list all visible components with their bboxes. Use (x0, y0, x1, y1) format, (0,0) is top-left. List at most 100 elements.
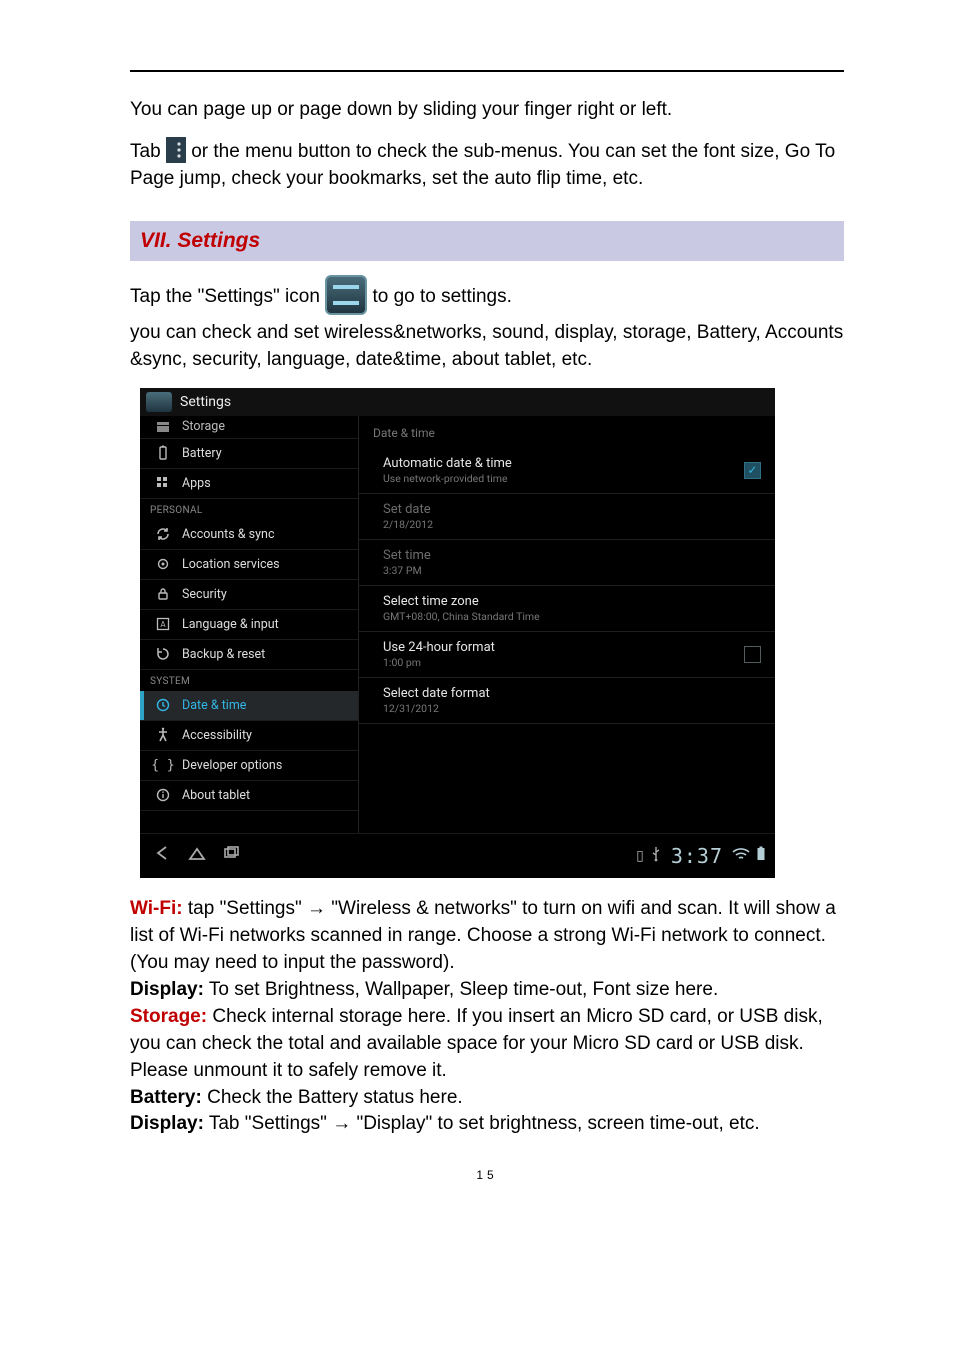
sidebar-item-about[interactable]: About tablet (140, 781, 358, 811)
sidebar-item-apps[interactable]: Apps (140, 469, 358, 499)
sidebar-item-label: Apps (182, 476, 211, 491)
sidebar-item-security[interactable]: Security (140, 580, 358, 610)
settings-panel: Date & time Automatic date & time Use ne… (358, 416, 775, 834)
display2-key: Display: (130, 1113, 204, 1134)
braces-icon: { } (154, 756, 172, 774)
status-clock: 3:37 (671, 844, 723, 868)
text: Tab (130, 141, 166, 162)
sidebar-item-accessibility[interactable]: Accessibility (140, 721, 358, 751)
storage-key: Storage: (130, 1006, 207, 1027)
battery-icon (154, 444, 172, 462)
usb-icon[interactable] (650, 846, 662, 866)
section-title: VII. Settings (140, 229, 260, 252)
wifi-icon (732, 847, 750, 865)
para-settings-icon: Tap the "Settings" icon to go to setting… (130, 277, 844, 317)
sidebar-item-developer[interactable]: { } Developer options (140, 751, 358, 781)
sidebar-item-accounts[interactable]: Accounts & sync (140, 520, 358, 550)
sidebar-item-location[interactable]: Location services (140, 550, 358, 580)
checkbox-24hour[interactable] (744, 646, 761, 663)
apps-icon (154, 474, 172, 492)
sidebar-item-label: Date & time (182, 698, 246, 713)
storage-text: Check internal storage here. If you inse… (130, 1006, 823, 1081)
language-icon: A (154, 615, 172, 633)
row-title: Set date (383, 502, 761, 517)
sync-icon (154, 525, 172, 543)
sidebar-item-battery[interactable]: Battery (140, 439, 358, 469)
sidebar-item-label: Storage (182, 419, 225, 434)
row-title: Select date format (383, 686, 761, 701)
text: or the menu button to check the sub-menu… (130, 141, 835, 190)
sidebar-item-label: Accounts & sync (182, 527, 275, 542)
para-paging: You can page up or page down by sliding … (130, 96, 844, 124)
storage-icon (154, 418, 172, 436)
sidebar-item-storage[interactable]: Storage (140, 416, 358, 439)
location-icon (154, 555, 172, 573)
info-icon (154, 786, 172, 804)
row-dateformat[interactable]: Select date format 12/31/2012 (359, 678, 775, 724)
row-sub: 12/31/2012 (383, 702, 761, 715)
screenshot-settings: Settings Storage Battery Apps PERSONAL (140, 388, 775, 878)
text: to go to settings. (372, 286, 511, 307)
battery-text: Check the Battery status here. (202, 1087, 463, 1108)
row-sub: Use network-provided time (383, 472, 736, 485)
sidebar-section-system: SYSTEM (140, 670, 358, 691)
row-auto-date[interactable]: Automatic date & time Use network-provid… (359, 448, 775, 494)
row-title: Automatic date & time (383, 456, 736, 471)
sidebar-item-language[interactable]: A Language & input (140, 610, 358, 640)
row-sub: 2/18/2012 (383, 518, 761, 531)
para-settings-desc: you can check and set wireless&networks,… (130, 319, 844, 374)
sidebar-item-label: Location services (182, 557, 280, 572)
page-number: 15 (130, 1168, 844, 1182)
sidebar-item-label: Developer options (182, 758, 282, 773)
sidebar-item-label: Security (182, 587, 227, 602)
panel-title: Date & time (359, 416, 775, 448)
display-key: Display: (130, 979, 204, 1000)
row-sub: 3:37 PM (383, 564, 761, 577)
window-titlebar: Settings (140, 388, 775, 416)
display2-text: Tab "Settings" → "Display" to set bright… (204, 1113, 760, 1134)
sidebar-item-label: Battery (182, 446, 222, 461)
top-rule (130, 70, 844, 72)
back-button[interactable] (146, 844, 180, 867)
sidebar-item-label: Backup & reset (182, 647, 265, 662)
sidebar-item-label: About tablet (182, 788, 250, 803)
settings-icon (146, 392, 172, 412)
wifi-text: tap "Settings" → "Wireless & networks" t… (130, 898, 836, 973)
row-24hour[interactable]: Use 24-hour format 1:00 pm (359, 632, 775, 678)
features-paragraphs: Wi-Fi: tap "Settings" → "Wireless & netw… (130, 896, 844, 1139)
wifi-key: Wi-Fi: (130, 898, 183, 919)
accessibility-icon (154, 726, 172, 744)
settings-app-icon (325, 275, 367, 315)
sidebar-section-personal: PERSONAL (140, 499, 358, 520)
sidebar-item-backup[interactable]: Backup & reset (140, 640, 358, 670)
row-set-time[interactable]: Set time 3:37 PM (359, 540, 775, 586)
lock-icon (154, 585, 172, 603)
settings-sidebar: Storage Battery Apps PERSONAL Accounts &… (140, 416, 358, 834)
row-title: Set time (383, 548, 761, 563)
row-timezone[interactable]: Select time zone GMT+08:00, China Standa… (359, 586, 775, 632)
svg-text:A: A (160, 620, 166, 629)
row-title: Use 24-hour format (383, 640, 736, 655)
notification-icon[interactable]: ▯ (636, 848, 644, 864)
overflow-menu-icon (166, 137, 186, 163)
clock-icon (154, 696, 172, 714)
section-heading-bar: VII. Settings (130, 221, 844, 261)
system-nav-bar: ▯ 3:37 (140, 833, 775, 878)
row-sub: GMT+08:00, China Standard Time (383, 610, 761, 623)
row-sub: 1:00 pm (383, 656, 736, 669)
row-title: Select time zone (383, 594, 761, 609)
checkbox-auto-date[interactable]: ✓ (744, 462, 761, 479)
row-set-date[interactable]: Set date 2/18/2012 (359, 494, 775, 540)
battery-status-icon (756, 846, 766, 866)
restore-icon (154, 645, 172, 663)
text: Tap the "Settings" icon (130, 286, 325, 307)
recent-apps-button[interactable] (214, 844, 248, 867)
sidebar-item-label: Accessibility (182, 728, 252, 743)
display-text: To set Brightness, Wallpaper, Sleep time… (204, 979, 718, 1000)
home-button[interactable] (180, 844, 214, 867)
sidebar-item-datetime[interactable]: Date & time (140, 691, 358, 721)
battery-key: Battery: (130, 1087, 202, 1108)
window-title: Settings (180, 394, 231, 410)
para-tab-menu: Tab or the menu button to check the sub-… (130, 138, 844, 193)
sidebar-item-label: Language & input (182, 617, 279, 632)
